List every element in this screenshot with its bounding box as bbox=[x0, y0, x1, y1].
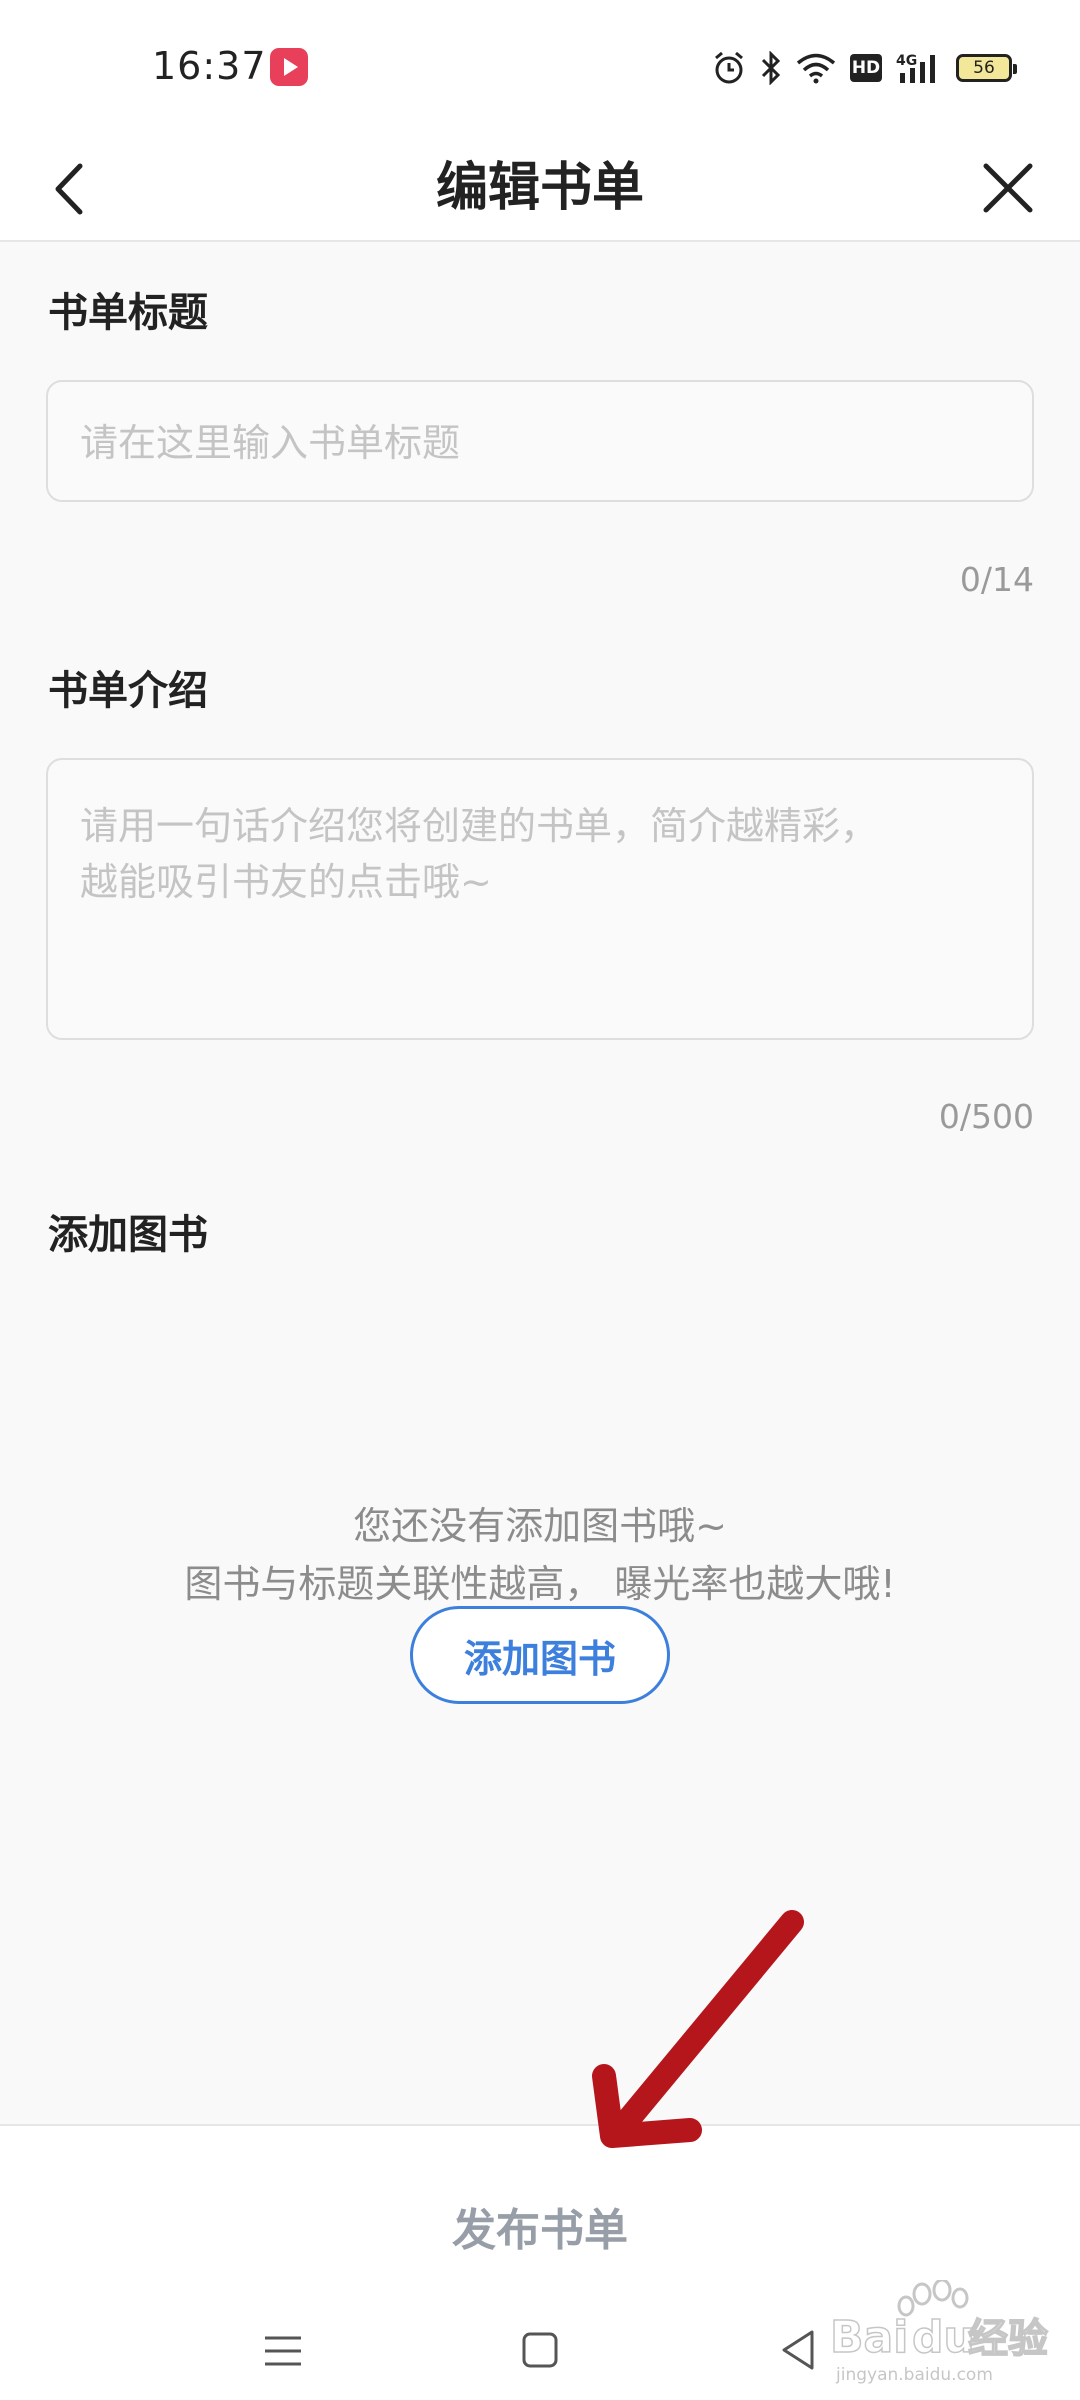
intro-placeholder-line1: 请用一句话介绍您将创建的书单，简介越精彩， bbox=[80, 804, 879, 848]
svg-text:经验: 经验 bbox=[968, 2316, 1048, 2362]
booklist-title-input[interactable]: 请在这里输入书单标题 bbox=[46, 380, 1034, 502]
close-icon[interactable] bbox=[972, 152, 1044, 224]
publish-booklist-button[interactable]: 发布书单 bbox=[340, 2174, 740, 2278]
annotation-arrow bbox=[592, 1910, 804, 2148]
empty-state-line2: 图书与标题关联性越高， 曝光率也越大哦! bbox=[184, 1562, 896, 1606]
title-input-placeholder: 请在这里输入书单标题 bbox=[80, 421, 461, 465]
title-section-label: 书单标题 bbox=[48, 290, 208, 336]
nav-bar: 编辑书单 bbox=[0, 134, 1080, 242]
svg-text:jingyan.baidu.com: jingyan.baidu.com bbox=[835, 2365, 993, 2385]
menu-icon[interactable] bbox=[262, 2330, 304, 2372]
empty-state-line1: 您还没有添加图书哦~ bbox=[353, 1504, 727, 1548]
status-bar: 16:37 HD 4G 56 bbox=[0, 0, 1080, 134]
svg-text:Bai: Bai bbox=[830, 2312, 908, 2363]
svg-text:du: du bbox=[912, 2312, 975, 2363]
baidu-paw-logo-icon: Bai du 经验 jingyan.baidu.com bbox=[829, 2278, 1049, 2385]
svg-text:4G: 4G bbox=[896, 53, 917, 69]
intro-section-label: 书单介绍 bbox=[48, 668, 208, 714]
booklist-intro-textarea[interactable]: 请用一句话介绍您将创建的书单，简介越精彩， 越能吸引书友的点击哦~ bbox=[46, 758, 1034, 1040]
status-icons: HD 4G 56 bbox=[712, 48, 1017, 88]
page-title: 编辑书单 bbox=[435, 157, 644, 218]
4g-signal-icon: 4G bbox=[896, 53, 935, 83]
battery-icon: 56 bbox=[956, 54, 1017, 82]
app-notification-icon bbox=[270, 48, 308, 86]
books-section-label: 添加图书 bbox=[48, 1212, 208, 1258]
intro-placeholder-line2: 越能吸引书友的点击哦~ bbox=[80, 860, 492, 904]
intro-char-counter: 0/500 bbox=[938, 1097, 1034, 1136]
add-book-button[interactable]: 添加图书 bbox=[410, 1606, 670, 1704]
baidu-jingyan-watermark: Bai du 经验 jingyan.baidu.com bbox=[829, 2278, 1060, 2390]
home-square-icon[interactable] bbox=[520, 2330, 560, 2370]
bluetooth-icon bbox=[761, 51, 781, 85]
hd-icon: HD bbox=[850, 54, 882, 82]
back-triangle-icon[interactable] bbox=[778, 2328, 818, 2372]
alarm-icon bbox=[715, 51, 743, 84]
status-time: 16:37 bbox=[152, 44, 267, 88]
title-char-counter: 0/14 bbox=[959, 560, 1034, 599]
wifi-icon bbox=[796, 53, 836, 84]
